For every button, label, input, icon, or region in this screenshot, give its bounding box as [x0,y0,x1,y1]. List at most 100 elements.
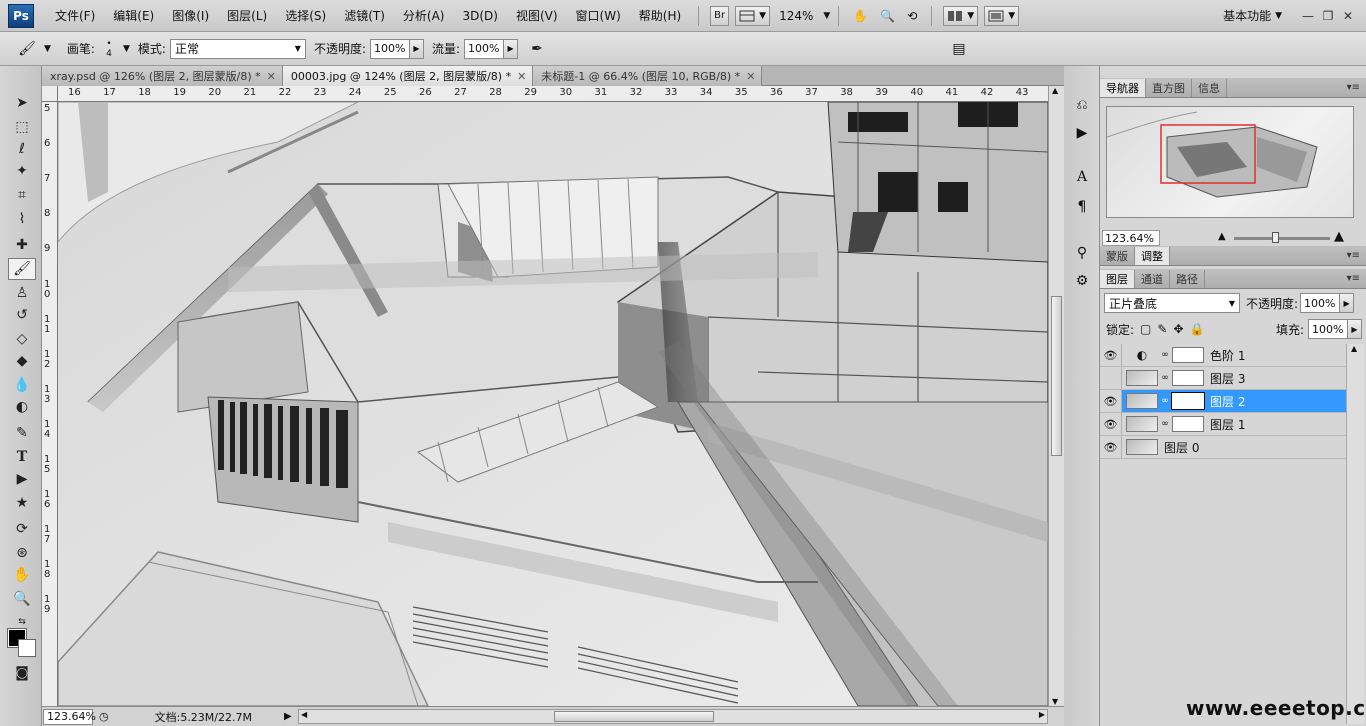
workspace-switcher[interactable]: 基本功能 [1223,7,1271,24]
tab-histogram[interactable]: 直方图 [1146,79,1192,97]
opacity-slider-button[interactable]: ▶ [409,38,424,59]
healing-brush-icon[interactable]: ✚ [8,234,36,256]
magic-wand-icon[interactable]: ✦ [8,160,36,182]
layer-mask-thumbnail[interactable] [1172,370,1204,386]
ruler-origin[interactable] [42,86,58,102]
menu-file[interactable]: 文件(F) [46,0,104,32]
eye-icon[interactable]: 👁 [1100,413,1122,435]
pen-tool-icon[interactable]: ✎ [8,422,36,444]
tool-presets-icon[interactable]: ⚙ [1071,270,1093,292]
menu-3d[interactable]: 3D(D) [453,0,506,32]
hand-icon[interactable]: ✋ [853,9,868,23]
layer-mask-thumbnail[interactable] [1172,416,1204,432]
bridge-button[interactable]: Br [710,5,730,26]
menu-edit[interactable]: 编辑(E) [104,0,163,32]
menu-view[interactable]: 视图(V) [507,0,567,32]
menu-help[interactable]: 帮助(H) [630,0,690,32]
tab-layers[interactable]: 图层 [1100,270,1135,288]
layers-scrollbar[interactable]: ▲ [1346,344,1364,724]
paint-bucket-icon[interactable]: ◆ [8,350,36,372]
menu-layer[interactable]: 图层(L) [218,0,276,32]
zoom-icon[interactable]: 🔍 [880,9,895,23]
panel-menu-icon[interactable]: ▾≡ [1347,82,1360,93]
tab-untitled[interactable]: 未标题-1 @ 66.4% (图层 10, RGB/8) * ✕ [533,66,763,86]
fill-field[interactable]: 100% [1308,319,1348,339]
brush-preset-icon[interactable]: 🖌 [14,37,40,61]
rotate-view-icon[interactable]: ⟲ [907,9,917,23]
path-selection-icon[interactable]: ▶ [8,468,36,490]
view-extras-button[interactable]: ▼ [735,5,771,26]
arrange-documents-button[interactable]: ▼ [943,5,979,26]
scroll-right-icon[interactable]: ▶ [1039,710,1045,719]
link-icon[interactable]: ∞ [1160,350,1170,360]
layer-thumbnail[interactable] [1126,370,1158,386]
background-color[interactable] [18,639,36,657]
lock-position-icon[interactable]: ✥ [1173,322,1183,336]
image-canvas[interactable] [58,102,1048,706]
navigator-zoom-slider[interactable] [1234,237,1330,240]
chevron-down-icon[interactable]: ▼ [123,44,130,54]
eraser-tool-icon[interactable]: ◇ [8,328,36,350]
type-tool-icon[interactable]: T [8,446,36,468]
tab-paths[interactable]: 路径 [1170,270,1205,288]
layer-row-0[interactable]: 👁 图层 0 [1100,436,1346,459]
menu-image[interactable]: 图像(I) [163,0,218,32]
scroll-up-icon[interactable]: ▲ [1052,86,1058,95]
brush-panel-icon[interactable]: ▤ [946,37,972,61]
layer-row-2[interactable]: 👁 ∞ 图层 2 [1100,390,1346,413]
actions-panel-icon[interactable]: ▶ [1071,122,1093,144]
eye-icon[interactable]: 👁 [1100,436,1122,458]
close-icon[interactable]: ✕ [1338,9,1358,23]
fill-slider-button[interactable]: ▶ [1348,319,1362,339]
dodge-tool-icon[interactable]: ◐ [8,396,36,418]
3d-rotate-icon[interactable]: ⟳ [8,518,36,540]
blur-tool-icon[interactable]: 💧 [8,374,36,396]
panel-menu-icon[interactable]: ▾≡ [1347,273,1360,284]
clone-stamp-icon[interactable]: ♙ [8,282,36,304]
quick-mask-icon[interactable]: ◙ [8,662,36,684]
layer-row-levels[interactable]: 👁 ◐ ∞ 色阶 1 [1100,344,1346,367]
tab-masks[interactable]: 蒙版 [1100,247,1135,265]
opacity-field[interactable]: 100% [369,38,410,59]
menu-analysis[interactable]: 分析(A) [394,0,454,32]
chevron-down-icon[interactable]: ▼ [1275,11,1282,21]
blend-mode-select[interactable]: 正片叠底 ▼ [1104,293,1240,313]
lock-all-icon[interactable]: 🔒 [1190,322,1205,336]
character-panel-icon[interactable]: A [1071,166,1093,188]
navigator-zoom-knob[interactable] [1272,232,1279,243]
link-icon[interactable]: ∞ [1160,396,1170,406]
screen-mode-button[interactable]: ▼ [984,5,1020,26]
status-menu-arrow-icon[interactable]: ▶ [284,711,292,722]
lock-pixels-icon[interactable]: ✎ [1157,322,1167,336]
layer-row-1[interactable]: 👁 ∞ 图层 1 [1100,413,1346,436]
chevron-down-icon[interactable]: ▼ [823,11,830,21]
paragraph-panel-icon[interactable]: ¶ [1071,196,1093,218]
zoom-tool-icon[interactable]: 🔍 [8,588,36,610]
chevron-down-icon[interactable]: ▼ [44,44,51,54]
3d-orbit-icon[interactable]: ⊛ [8,542,36,564]
zoom-in-icon[interactable]: ▲ [1334,229,1344,244]
status-zoom-field[interactable]: 123.64% [43,708,96,725]
zoom-out-icon[interactable]: ▲ [1218,231,1226,242]
close-icon[interactable]: ✕ [517,70,526,83]
minimize-icon[interactable]: — [1298,9,1318,23]
layer-row-3[interactable]: ∞ 图层 3 [1100,367,1346,390]
close-icon[interactable]: ✕ [267,70,276,83]
airbrush-icon[interactable]: ✒ [524,37,550,61]
scroll-down-icon[interactable]: ▼ [1052,697,1058,706]
eye-icon[interactable]: 👁 [1100,390,1122,412]
layer-mask-thumbnail[interactable] [1171,392,1205,410]
navigator-preview[interactable] [1106,106,1354,218]
vertical-scrollbar[interactable]: ▲ ▼ [1048,86,1064,706]
history-panel-icon[interactable]: ⎌ [1071,94,1093,116]
link-icon[interactable]: ∞ [1160,373,1170,383]
document-size[interactable]: 文档:5.23M/22.7M [155,709,252,725]
crop-tool-icon[interactable]: ⌗ [8,184,36,206]
navigator-zoom-field[interactable]: 123.64% [1102,230,1160,246]
close-icon[interactable]: ✕ [746,70,755,83]
flow-field[interactable]: 100% [464,38,505,59]
layer-opacity-field[interactable]: 100% [1300,293,1341,313]
clone-source-icon[interactable]: ⚲ [1071,242,1093,264]
layer-thumbnail[interactable] [1126,439,1158,455]
horizontal-scrollbar[interactable]: ◀ ▶ [298,709,1048,724]
